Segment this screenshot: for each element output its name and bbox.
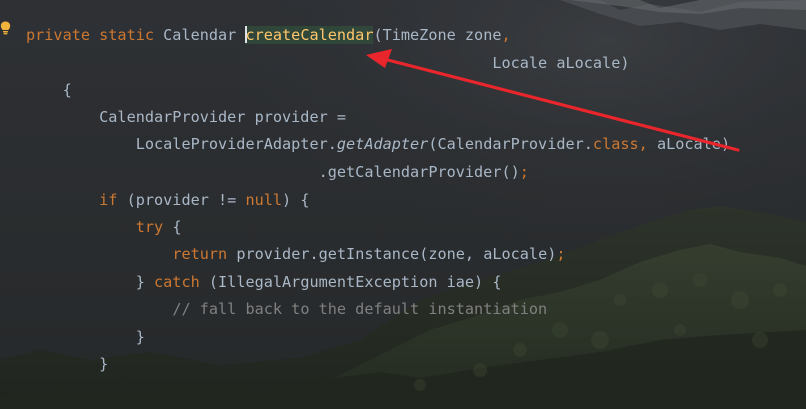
- selected-method-name: createCalendar: [245, 26, 374, 44]
- code-token: ,: [501, 26, 511, 44]
- code-token: getAdapter: [336, 135, 429, 153]
- code-token: try: [135, 218, 173, 236]
- code-token: // fall back to the default instantiatio…: [172, 300, 548, 318]
- code-token: return: [172, 245, 237, 263]
- code-token: Calendar: [163, 26, 246, 44]
- text-caret: [245, 26, 247, 43]
- code-token: private static: [26, 26, 164, 44]
- code-line[interactable]: private static Calendar createCalendar(T…: [26, 22, 511, 49]
- code-token: ) {: [282, 191, 310, 209]
- code-token: aLocale): [656, 135, 731, 153]
- code-line[interactable]: {: [26, 77, 72, 104]
- code-token: }: [26, 273, 155, 291]
- code-token: CalendarProvider provider =: [26, 108, 347, 126]
- code-token: (CalendarProvider.: [428, 135, 593, 153]
- code-line[interactable]: return provider.getInstance(zone, aLocal…: [26, 241, 566, 268]
- code-line[interactable]: LocaleProviderAdapter.getAdapter(Calenda…: [26, 131, 730, 158]
- code-token: (IllegalArgumentException iae) {: [208, 273, 502, 291]
- lightbulb-icon[interactable]: [0, 21, 11, 35]
- code-token: (provider !=: [126, 191, 246, 209]
- code-token: null: [245, 191, 283, 209]
- code-line[interactable]: CalendarProvider provider =: [26, 104, 346, 131]
- code-token: ;: [556, 245, 566, 263]
- code-line[interactable]: .getCalendarProvider();: [26, 159, 529, 186]
- code-editor[interactable]: private static Calendar createCalendar(T…: [0, 0, 806, 409]
- code-token: catch: [154, 273, 209, 291]
- code-line[interactable]: // fall back to the default instantiatio…: [26, 296, 547, 323]
- code-token: Locale aLocale): [26, 54, 630, 72]
- code-token: }: [26, 355, 109, 373]
- code-line[interactable]: Locale aLocale): [26, 50, 629, 77]
- code-token: {: [172, 218, 182, 236]
- code-token: }: [26, 328, 145, 346]
- code-line[interactable]: }: [26, 351, 108, 378]
- code-token: class,: [592, 135, 657, 153]
- code-token: if: [99, 191, 127, 209]
- code-token: .getCalendarProvider(): [26, 163, 520, 181]
- code-line[interactable]: if (provider != null) {: [26, 187, 309, 214]
- code-token: (TimeZone zone: [373, 26, 502, 44]
- code-token: ;: [519, 163, 529, 181]
- code-token: {: [26, 81, 72, 99]
- code-line[interactable]: }: [26, 324, 145, 351]
- code-line[interactable]: try {: [26, 214, 182, 241]
- code-token: LocaleProviderAdapter.: [26, 135, 337, 153]
- code-line[interactable]: } catch (IllegalArgumentException iae) {: [26, 269, 502, 296]
- code-token: provider.getInstance(zone, aLocale): [236, 245, 557, 263]
